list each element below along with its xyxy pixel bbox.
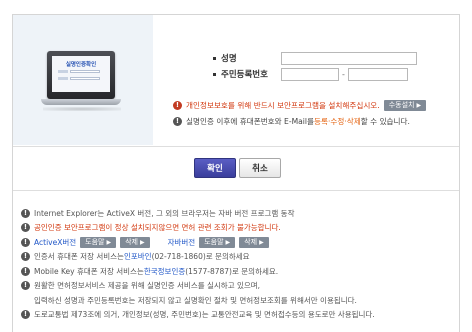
name-row: 성명 <box>213 51 417 65</box>
activex-label: ActiveX버전 <box>34 237 77 247</box>
monitor-screen: 실명인증확인 <box>52 56 110 92</box>
info-item: ! 공인인증 보안프로그램이 정상 설치되지않으면 면허 관련 조회가 불가능합… <box>21 221 461 236</box>
right-triangle-icon: ▶ <box>225 238 231 246</box>
info-item-continued: 입력하신 성명과 주민등록번호는 저장되지 않고 실명확인 절차 및 면허정보조… <box>21 293 461 308</box>
bullet-square-icon <box>213 72 216 76</box>
cert-suffix: (02-718-1860)로 문의하세요 <box>151 252 250 262</box>
mobilekey-prefix: Mobile Key 휴대폰 저장 서비스는 <box>34 266 144 276</box>
exclamation-circle-icon: ! <box>21 208 30 218</box>
delete-label: 삭제 <box>244 237 258 246</box>
exclamation-circle-icon: ! <box>21 223 30 233</box>
screen-field <box>70 70 100 73</box>
screen-label-line <box>58 70 68 73</box>
right-triangle-icon: ▶ <box>139 238 145 246</box>
after-auth-notice: ! 실명인증 이후에 휴대폰번호와 E-Mail를 등록·수정·삭제 할 수 있… <box>173 116 410 127</box>
right-triangle-icon: ▶ <box>106 238 112 246</box>
rrn-separator: - <box>342 69 345 79</box>
exclamation-circle-icon: ! <box>21 252 30 262</box>
manual-install-label: 수동설치 <box>388 101 415 109</box>
kica-link[interactable]: 한국정보인증 <box>144 266 185 277</box>
java-label: 자바버전 <box>167 237 196 247</box>
help-label: 도움말 <box>85 237 105 246</box>
after-auth-suffix: 할 수 있습니다. <box>360 117 410 126</box>
info-item: ! ActiveX버전 도움말 ▶ 삭제 ▶ 자바버전 도움말 ▶ 삭제 ▶ <box>21 235 461 250</box>
help-label: 도움말 <box>204 237 224 246</box>
name-input[interactable] <box>281 51 417 65</box>
rrn-back-input[interactable] <box>347 67 408 81</box>
service-text-2: 입력하신 성명과 주민등록번호는 저장되지 않고 실명확인 절차 및 면허정보조… <box>34 295 357 305</box>
screen-label-line <box>58 77 68 80</box>
install-warning-text: 공인인증 보안프로그램이 정상 설치되지않으면 면허 관련 조회가 불가능합니다… <box>34 223 281 233</box>
right-triangle-icon: ▶ <box>416 102 422 109</box>
rrn-row: 주민등록번호 - <box>213 67 408 81</box>
info-item: ! 원활한 면허정보서비스 제공을 위해 실명인증 서비스를 실시하고 있으며, <box>21 279 461 294</box>
security-notice: ! 개인정보보호를 위해 반드시 보안프로그램을 설치해주십시오. 수동설치 ▶ <box>173 100 427 111</box>
auth-top-section: 실명인증확인 성명 주민등록번호 - ! 개인정보보호를 위해 반드시 보안프로… <box>13 15 459 146</box>
exclamation-circle-icon: ! <box>173 101 182 110</box>
screen-field <box>70 77 100 80</box>
after-auth-prefix: 실명인증 이후에 휴대폰번호와 E-Mail를 <box>186 117 315 126</box>
info-item: ! 도로교통법 제73조에 의거, 개인정보(성명, 주민번호)는 교통안전교육… <box>21 308 461 323</box>
activex-help-button[interactable]: 도움말 ▶ <box>80 236 117 248</box>
auth-illustration: 실명인증확인 <box>13 15 153 145</box>
info-item: ! 인증서 휴대폰 저장 서비스는 인포바인 (02-718-1860)로 문의… <box>21 250 461 265</box>
monitor-base <box>41 99 121 105</box>
mobilekey-suffix: (1577-8787)로 문의하세요. <box>185 266 279 276</box>
exclamation-circle-icon: ! <box>173 117 182 126</box>
delete-label: 삭제 <box>125 237 138 246</box>
java-help-button[interactable]: 도움말 ▶ <box>199 236 236 248</box>
after-auth-highlight: 등록·수정·삭제 <box>314 117 361 126</box>
bullet-square-icon <box>213 56 216 60</box>
right-triangle-icon: ▶ <box>259 238 264 246</box>
ie-info-text: Internet Explorer는 ActiveX 버전, 그 외의 브라우저… <box>34 208 295 218</box>
info-item: ! Internet Explorer는 ActiveX 버전, 그 외의 브라… <box>21 206 461 221</box>
exclamation-circle-icon: ! <box>21 310 30 320</box>
rrn-front-input[interactable] <box>281 67 339 81</box>
java-delete-button[interactable]: 삭제 ▶ <box>239 236 269 248</box>
exclamation-circle-icon: ! <box>21 266 30 276</box>
cert-prefix: 인증서 휴대폰 저장 서비스는 <box>34 252 124 262</box>
exclamation-circle-icon: ! <box>21 237 30 247</box>
exclamation-circle-icon: ! <box>21 281 30 291</box>
monitor-screen-title: 실명인증확인 <box>65 62 97 68</box>
monitor-image: 실명인증확인 <box>47 51 115 99</box>
info-list: ! Internet Explorer는 ActiveX 버전, 그 외의 브라… <box>21 206 461 322</box>
name-label: 성명 <box>221 54 237 64</box>
law-text: 도로교통법 제73조에 의거, 개인정보(성명, 주민번호)는 교통안전교육 및… <box>34 310 375 320</box>
rrn-label: 주민등록번호 <box>221 70 268 80</box>
confirm-button[interactable]: 확인 <box>194 158 236 178</box>
service-text-1: 원활한 면허정보서비스 제공을 위해 실명인증 서비스를 실시하고 있으며, <box>34 281 261 291</box>
cancel-button[interactable]: 취소 <box>239 158 281 178</box>
security-notice-text: 개인정보보호를 위해 반드시 보안프로그램을 설치해주십시오. <box>186 101 380 110</box>
activex-delete-button[interactable]: 삭제 ▶ <box>120 236 150 248</box>
auth-panel: 실명인증확인 성명 주민등록번호 - ! 개인정보보호를 위해 반드시 보안프로… <box>12 14 460 332</box>
manual-install-button[interactable]: 수동설치 ▶ <box>383 100 427 111</box>
infobine-link[interactable]: 인포바인 <box>124 251 152 262</box>
button-bar: 확인 취소 <box>13 146 459 191</box>
info-item: ! Mobile Key 휴대폰 저장 서비스는 한국정보인증 (1577-87… <box>21 264 461 279</box>
monitor-shadow <box>43 107 121 111</box>
